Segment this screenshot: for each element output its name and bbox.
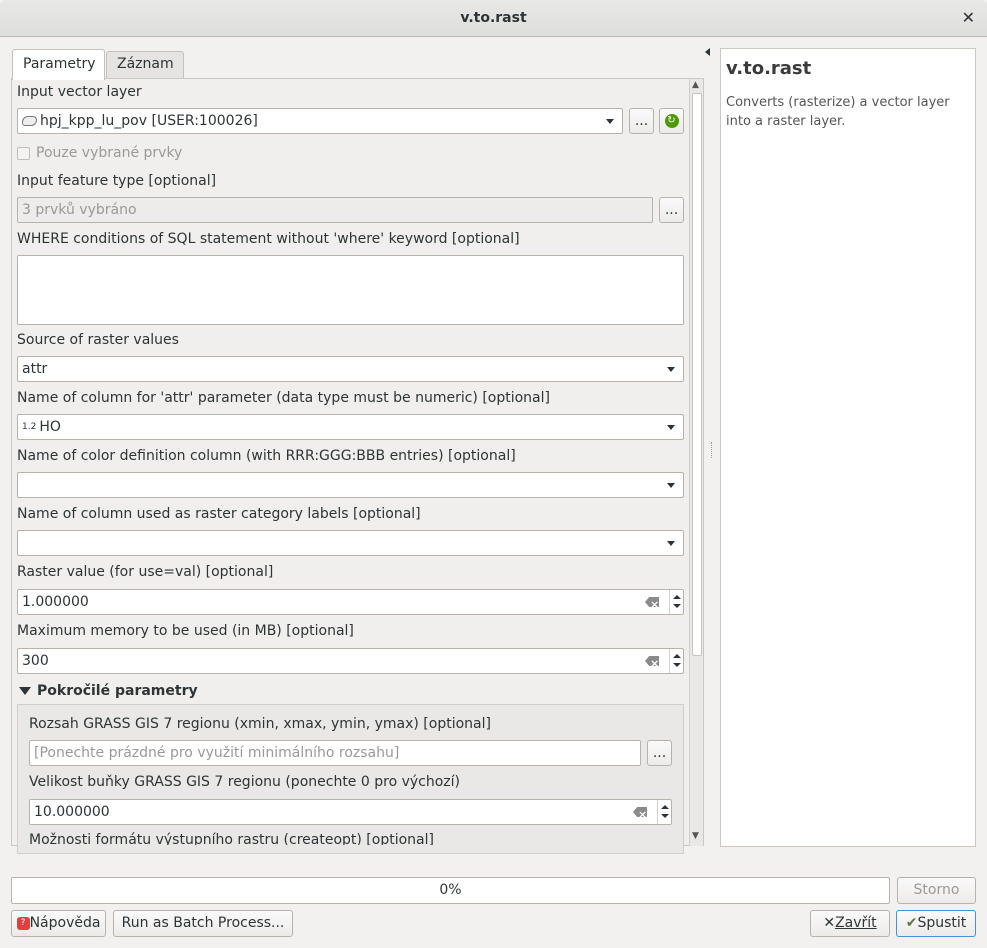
run-button-label: Spustit xyxy=(917,915,967,931)
feature-type-label: Input feature type [optional] xyxy=(17,173,217,189)
spinner[interactable] xyxy=(669,649,683,673)
where-textarea[interactable] xyxy=(17,255,684,325)
refresh-icon: ↻ xyxy=(664,114,679,128)
scroll-up-icon[interactable]: ▲ xyxy=(692,80,699,90)
advanced-header: Pokročilé parametry xyxy=(37,683,198,699)
cell-size-label: Velikost buňky GRASS GIS 7 regionu (pone… xyxy=(29,774,460,790)
clear-icon[interactable] xyxy=(645,597,659,607)
region-button[interactable]: ... xyxy=(647,740,672,766)
source-label: Source of raster values xyxy=(17,332,179,348)
source-value: attr xyxy=(22,361,48,377)
clear-icon[interactable] xyxy=(645,656,659,666)
label-column-label: Name of column used as raster category l… xyxy=(17,506,421,522)
progress-bar: 0% xyxy=(11,877,890,904)
chevron-down-icon xyxy=(667,367,675,372)
scroll-down-icon[interactable]: ▼ xyxy=(692,831,699,841)
label-column-combo[interactable] xyxy=(17,530,684,556)
title-bar: v.to.rast ✕ xyxy=(0,0,987,37)
chevron-down-icon xyxy=(667,425,675,430)
input-vector-label: Input vector layer xyxy=(17,84,142,100)
attr-column-value: HO xyxy=(39,419,61,435)
raster-value-label: Raster value (for use=val) [optional] xyxy=(17,564,274,580)
raster-value: 1.000000 xyxy=(22,594,89,610)
memory-value: 300 xyxy=(22,653,49,669)
batch-button[interactable]: Run as Batch Process... xyxy=(113,910,293,937)
input-vector-value: hpj_kpp_lu_pov [USER:100026] xyxy=(40,113,258,129)
region-input[interactable]: [Ponechte prázdné pro využití minimálníh… xyxy=(29,740,641,766)
run-button[interactable]: ✔Spustit xyxy=(896,910,976,937)
spinner[interactable] xyxy=(669,590,683,614)
source-combo[interactable]: attr xyxy=(17,356,684,382)
input-vector-combo[interactable]: hpj_kpp_lu_pov [USER:100026] xyxy=(17,108,623,134)
scroll-thumb[interactable] xyxy=(692,93,702,656)
browse-vector-button[interactable]: ... xyxy=(629,108,654,134)
memory-spinbox[interactable]: 300 xyxy=(17,648,684,674)
attr-column-label: Name of column for 'attr' parameter (dat… xyxy=(17,390,550,406)
close-icon: ✕ xyxy=(823,915,836,931)
collapse-help-icon[interactable] xyxy=(705,48,710,56)
help-button-label: Nápověda xyxy=(29,915,101,931)
color-column-label: Name of color definition column (with RR… xyxy=(17,448,516,464)
selected-only-checkbox[interactable] xyxy=(17,147,30,160)
tab-zaznam[interactable]: Záznam xyxy=(106,51,184,78)
selected-only-label: Pouze vybrané prvky xyxy=(36,145,183,161)
spinner[interactable] xyxy=(657,800,671,824)
where-label: WHERE conditions of SQL statement withou… xyxy=(17,231,520,247)
close-button-label: Zavřít xyxy=(835,915,877,931)
chevron-down-icon xyxy=(667,541,675,546)
help-icon: ? xyxy=(16,916,30,930)
close-button[interactable]: ✕Zavřít xyxy=(810,910,890,937)
cell-size-value: 10.000000 xyxy=(34,804,110,820)
help-panel: v.to.rast Converts (rasterize) a vector … xyxy=(720,48,976,847)
progress-text: 0% xyxy=(439,882,462,898)
color-column-combo[interactable] xyxy=(17,472,684,498)
run-icon: ✔ xyxy=(905,915,918,931)
region-label: Rozsah GRASS GIS 7 regionu (xmin, xmax, … xyxy=(29,716,491,732)
help-button[interactable]: ? Nápověda xyxy=(11,910,106,937)
chevron-down-icon xyxy=(667,483,675,488)
feature-type-button[interactable]: ... xyxy=(659,197,684,223)
chevron-down-icon xyxy=(606,119,614,124)
iterate-button[interactable]: ↻ xyxy=(659,108,684,134)
memory-label: Maximum memory to be used (in MB) [optio… xyxy=(17,623,354,639)
close-window-icon[interactable]: ✕ xyxy=(962,8,975,27)
cell-size-spinbox[interactable]: 10.000000 xyxy=(29,799,672,825)
numeric-field-icon: 1.2 xyxy=(22,422,37,432)
help-description: Converts (rasterize) a vector layer into… xyxy=(726,95,950,129)
createopt-label: Možnosti formátu výstupního rastru (crea… xyxy=(29,832,434,845)
triangle-down-icon xyxy=(19,687,31,695)
advanced-toggle[interactable]: Pokročilé parametry xyxy=(19,683,198,699)
tab-parametry[interactable]: Parametry xyxy=(12,49,105,80)
feature-type-field[interactable]: 3 prvků vybráno xyxy=(17,197,653,223)
window-title: v.to.rast xyxy=(460,10,527,26)
createopt-clip: Možnosti formátu výstupního rastru (crea… xyxy=(12,826,688,845)
raster-value-spinbox[interactable]: 1.000000 xyxy=(17,589,684,615)
cancel-button[interactable]: Storno xyxy=(897,877,976,904)
polygon-layer-icon xyxy=(22,116,37,126)
help-title: v.to.rast xyxy=(726,58,812,79)
splitter-handle[interactable] xyxy=(711,442,713,458)
clear-icon[interactable] xyxy=(633,807,647,817)
attr-column-combo[interactable]: 1.2 HO xyxy=(17,414,684,440)
params-scrollbar[interactable]: ▲ ▼ xyxy=(689,79,703,846)
